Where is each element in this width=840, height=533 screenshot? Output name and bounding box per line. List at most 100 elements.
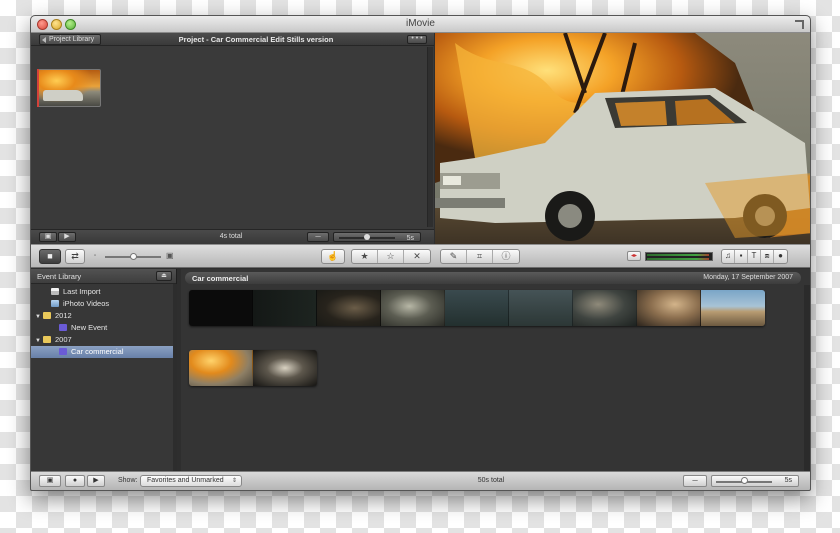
project-panel: Project Library Project - Car Commercial… bbox=[31, 33, 434, 244]
crop-button[interactable]: ⌗ bbox=[467, 250, 493, 263]
play-event-fullscreen-button[interactable]: ▣ bbox=[39, 475, 61, 487]
video-viewer[interactable] bbox=[435, 33, 810, 244]
event-waveform-button[interactable]: ⏤ bbox=[683, 475, 707, 487]
play-event-button[interactable]: ▶ bbox=[87, 475, 105, 487]
audio-level-right bbox=[647, 258, 709, 260]
event-library-item[interactable]: ▼ 2007 bbox=[31, 334, 173, 346]
window-title: iMovie bbox=[406, 18, 435, 29]
project-scrollbar[interactable] bbox=[427, 47, 433, 227]
clip-frame bbox=[509, 290, 573, 326]
clip-frame bbox=[317, 290, 381, 326]
play-full-screen-button[interactable]: ▣ bbox=[39, 232, 57, 242]
project-zoom-slider[interactable]: 5s bbox=[333, 232, 421, 242]
clip-filmstrip-2[interactable] bbox=[189, 350, 317, 386]
event-browser: Car commercial Monday, 17 September 2007 bbox=[181, 269, 810, 472]
title-bar: iMovie bbox=[31, 16, 810, 33]
swap-icon: ⇄ bbox=[71, 251, 79, 261]
bottom-bar: ▣ ● ▶ Show: Favorites and Unmarked ⇕ 50s… bbox=[31, 471, 810, 490]
audio-skimming-button[interactable]: ◂▸ bbox=[627, 251, 641, 261]
project-clip-thumbnail[interactable] bbox=[37, 69, 101, 107]
eyedropper-icon: ✎ bbox=[449, 251, 458, 261]
event-library-item[interactable]: ▼ 2012 bbox=[31, 310, 173, 322]
play-selected-button[interactable]: ● bbox=[65, 475, 85, 487]
play-project-button[interactable]: ▶ bbox=[58, 232, 76, 242]
event-library-item[interactable]: New Event bbox=[31, 322, 173, 334]
unmark-button[interactable]: ☆ bbox=[378, 250, 404, 263]
event-zoom-label: 5s bbox=[784, 477, 792, 484]
play-fullscreen-icon: ▣ bbox=[44, 233, 52, 240]
eject-button[interactable]: ⏏ bbox=[156, 271, 172, 281]
swap-panes-button[interactable]: ⇄ bbox=[65, 249, 85, 264]
title-browser-button[interactable]: T bbox=[748, 250, 761, 263]
project-footer: ▣ ▶ 4s total ⏤ 5s bbox=[31, 229, 434, 244]
clip-frame bbox=[701, 290, 765, 326]
add-to-project-button[interactable]: ☝ bbox=[321, 249, 345, 264]
clip-filmstrip-1[interactable] bbox=[189, 290, 765, 326]
imovie-window: iMovie Project Library Project - Car Com… bbox=[30, 15, 811, 491]
project-zoom-knob[interactable] bbox=[364, 234, 370, 240]
show-label: Show: bbox=[118, 477, 138, 484]
event-library-item[interactable]: iPhoto Videos bbox=[31, 298, 173, 310]
show-filter-select[interactable]: Favorites and Unmarked ⇕ bbox=[140, 475, 242, 487]
transition-browser-button[interactable]: ⧈ bbox=[761, 250, 774, 263]
project-title: Project - Car Commercial Edit Stills ver… bbox=[178, 35, 334, 44]
clip-marker bbox=[37, 69, 39, 107]
unmark-star-icon: ☆ bbox=[386, 251, 395, 261]
event-browser-scrollbar[interactable] bbox=[804, 285, 810, 471]
clip-frame bbox=[253, 350, 317, 386]
map-icon: ● bbox=[778, 251, 783, 260]
folder-icon bbox=[43, 336, 51, 343]
favorite-button[interactable]: ★ bbox=[352, 250, 378, 263]
project-library-button[interactable]: Project Library bbox=[39, 34, 102, 45]
play-icon: ▶ bbox=[93, 477, 99, 484]
transition-icon: ⧈ bbox=[764, 251, 770, 260]
main-toolbar: ■ ⇄ ▫ ▣ ☝ ★ ☆ ✕ ✎ ⌗ ⓘ ◂▸ ♫ ▪ T ⧈ ● bbox=[31, 244, 810, 268]
event-name: Car commercial bbox=[192, 274, 249, 283]
project-header: Project Library Project - Car Commercial… bbox=[31, 33, 434, 46]
music-browser-button[interactable]: ♫ bbox=[722, 250, 735, 263]
audio-waveform-button[interactable]: ⏤ bbox=[307, 232, 329, 242]
reject-x-icon: ✕ bbox=[413, 251, 421, 261]
thumbnail-size-knob[interactable] bbox=[129, 253, 137, 260]
reject-button[interactable]: ✕ bbox=[404, 250, 430, 263]
folder-icon bbox=[43, 312, 51, 319]
select-arrows-icon: ⇕ bbox=[231, 478, 237, 484]
clip-frame bbox=[445, 290, 509, 326]
waveform-icon: ⏤ bbox=[692, 477, 698, 484]
clip-frame bbox=[189, 290, 253, 326]
project-actions-button[interactable]: • • • bbox=[407, 35, 427, 44]
event-library-item-label: iPhoto Videos bbox=[63, 299, 110, 308]
photo-icon: ▪ bbox=[739, 251, 743, 260]
event-library-item-label: New Event bbox=[71, 323, 108, 332]
browser-group: ♫ ▪ T ⧈ ● bbox=[721, 249, 788, 264]
play-icon: ▶ bbox=[64, 233, 70, 240]
map-browser-button[interactable]: ● bbox=[774, 250, 787, 263]
event-library-scrollbar[interactable] bbox=[173, 284, 177, 472]
audio-level-meter bbox=[645, 252, 713, 261]
event-star-icon bbox=[59, 348, 67, 355]
event-library-item[interactable]: Last Import bbox=[31, 286, 173, 298]
music-icon: ♫ bbox=[725, 251, 731, 260]
title-icon: T bbox=[751, 251, 757, 260]
camera-import-button[interactable]: ■ bbox=[39, 249, 61, 264]
clapper-icon bbox=[51, 288, 59, 295]
eyedropper-button[interactable]: ✎ bbox=[441, 250, 467, 263]
event-library-item-label: 2007 bbox=[55, 335, 72, 344]
event-library-item-label: 2012 bbox=[55, 311, 72, 320]
hand-add-icon: ☝ bbox=[327, 251, 339, 261]
photo-browser-button[interactable]: ▪ bbox=[735, 250, 748, 263]
event-date: Monday, 17 September 2007 bbox=[703, 274, 793, 281]
show-filter-value: Favorites and Unmarked bbox=[147, 477, 224, 484]
event-library-item[interactable]: Car commercial bbox=[31, 346, 173, 358]
event-zoom-knob[interactable] bbox=[740, 477, 748, 484]
inspector-button[interactable]: ⓘ bbox=[493, 250, 519, 263]
camera-import-icon: ■ bbox=[47, 251, 53, 261]
clip-frame bbox=[573, 290, 637, 326]
audio-level-left bbox=[647, 254, 709, 256]
thumbnail-size-slider[interactable] bbox=[105, 253, 161, 260]
event-zoom-slider[interactable]: 5s bbox=[711, 475, 799, 487]
iphoto-icon bbox=[51, 300, 59, 307]
fullscreen-icon[interactable] bbox=[795, 20, 804, 29]
thumbnail-large-icon: ▣ bbox=[166, 251, 174, 260]
event-library-item-label: Last Import bbox=[63, 287, 101, 296]
